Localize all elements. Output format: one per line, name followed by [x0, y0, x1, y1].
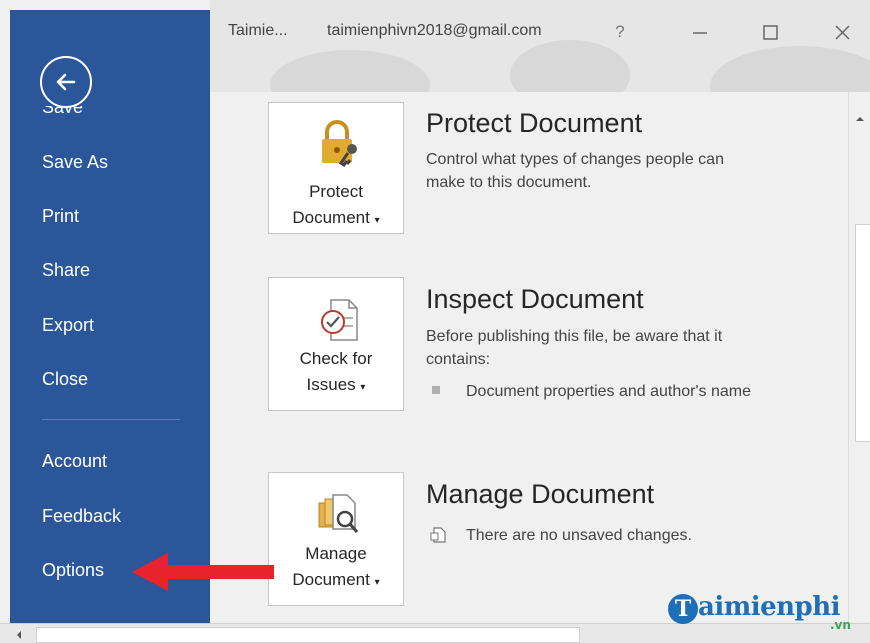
help-button[interactable]: ? — [600, 14, 640, 50]
scroll-up-icon[interactable] — [854, 114, 866, 124]
vertical-scrollbar[interactable] — [848, 92, 870, 623]
manage-documents-icon — [318, 494, 359, 533]
minimize-icon — [693, 32, 707, 34]
background-pattern — [270, 50, 430, 92]
watermark-initial: T — [668, 594, 698, 624]
manage-document-button[interactable]: Manage Document ▾ — [268, 472, 404, 606]
document-status-icon — [430, 527, 446, 543]
maximize-button[interactable] — [750, 14, 790, 50]
dropdown-caret-icon: ▾ — [374, 215, 380, 226]
red-arrow-annotation-icon — [132, 553, 274, 591]
sidebar-item-feedback[interactable]: Feedback — [10, 496, 210, 536]
inspect-document-title: Inspect Document — [426, 284, 644, 314]
protect-document-title: Protect Document — [426, 108, 643, 138]
back-arrow-icon — [56, 73, 76, 91]
horizontal-scroll-thumb[interactable] — [36, 627, 580, 643]
maximize-icon — [763, 25, 778, 40]
watermark-suffix: .vn — [830, 618, 851, 632]
watermark-brand: aimienphi — [698, 592, 841, 622]
background-pattern — [710, 46, 870, 92]
manage-document-status: There are no unsaved changes. — [466, 527, 692, 544]
close-icon — [835, 25, 850, 40]
sidebar-item-save-as[interactable]: Save As — [10, 142, 210, 182]
scroll-left-icon[interactable] — [14, 629, 24, 641]
close-window-button[interactable] — [822, 14, 862, 50]
info-content-pane: Protect Document ▾ Protect Document Cont… — [210, 92, 848, 623]
document-title: Taimie... — [228, 22, 288, 39]
manage-document-title: Manage Document — [426, 479, 655, 509]
minimize-button[interactable] — [680, 14, 720, 50]
check-document-icon — [321, 299, 358, 341]
back-button[interactable] — [40, 56, 92, 108]
sidebar-item-close[interactable]: Close — [10, 359, 210, 399]
bullet-icon — [432, 386, 440, 394]
sidebar-item-save[interactable]: Save — [10, 106, 210, 124]
vertical-scroll-thumb[interactable] — [855, 224, 870, 442]
dropdown-caret-icon: ▾ — [374, 577, 380, 588]
watermark-logo: T aimienphi .vn — [668, 592, 868, 638]
dropdown-caret-icon: ▾ — [360, 382, 366, 393]
protect-document-description: Control what types of changes people can… — [426, 151, 724, 191]
lock-key-icon — [322, 120, 357, 167]
inspect-bullet-item: Document properties and author's name — [466, 383, 751, 400]
account-email[interactable]: taimienphivn2018@gmail.com — [327, 22, 542, 40]
sidebar-item-share[interactable]: Share — [10, 250, 210, 290]
sidebar-item-export[interactable]: Export — [10, 305, 210, 345]
check-for-issues-button[interactable]: Check for Issues ▾ — [268, 277, 404, 411]
sidebar-item-print[interactable]: Print — [10, 196, 210, 236]
backstage-sidebar: Save Save As Print Share Export Close Ac… — [10, 10, 210, 623]
protect-document-button[interactable]: Protect Document ▾ — [268, 102, 404, 234]
inspect-document-description: Before publishing this file, be aware th… — [426, 328, 723, 368]
sidebar-item-account[interactable]: Account — [10, 441, 210, 481]
title-bar: Taimie... taimienphivn2018@gmail.com ? — [210, 0, 870, 92]
sidebar-divider — [42, 419, 180, 420]
